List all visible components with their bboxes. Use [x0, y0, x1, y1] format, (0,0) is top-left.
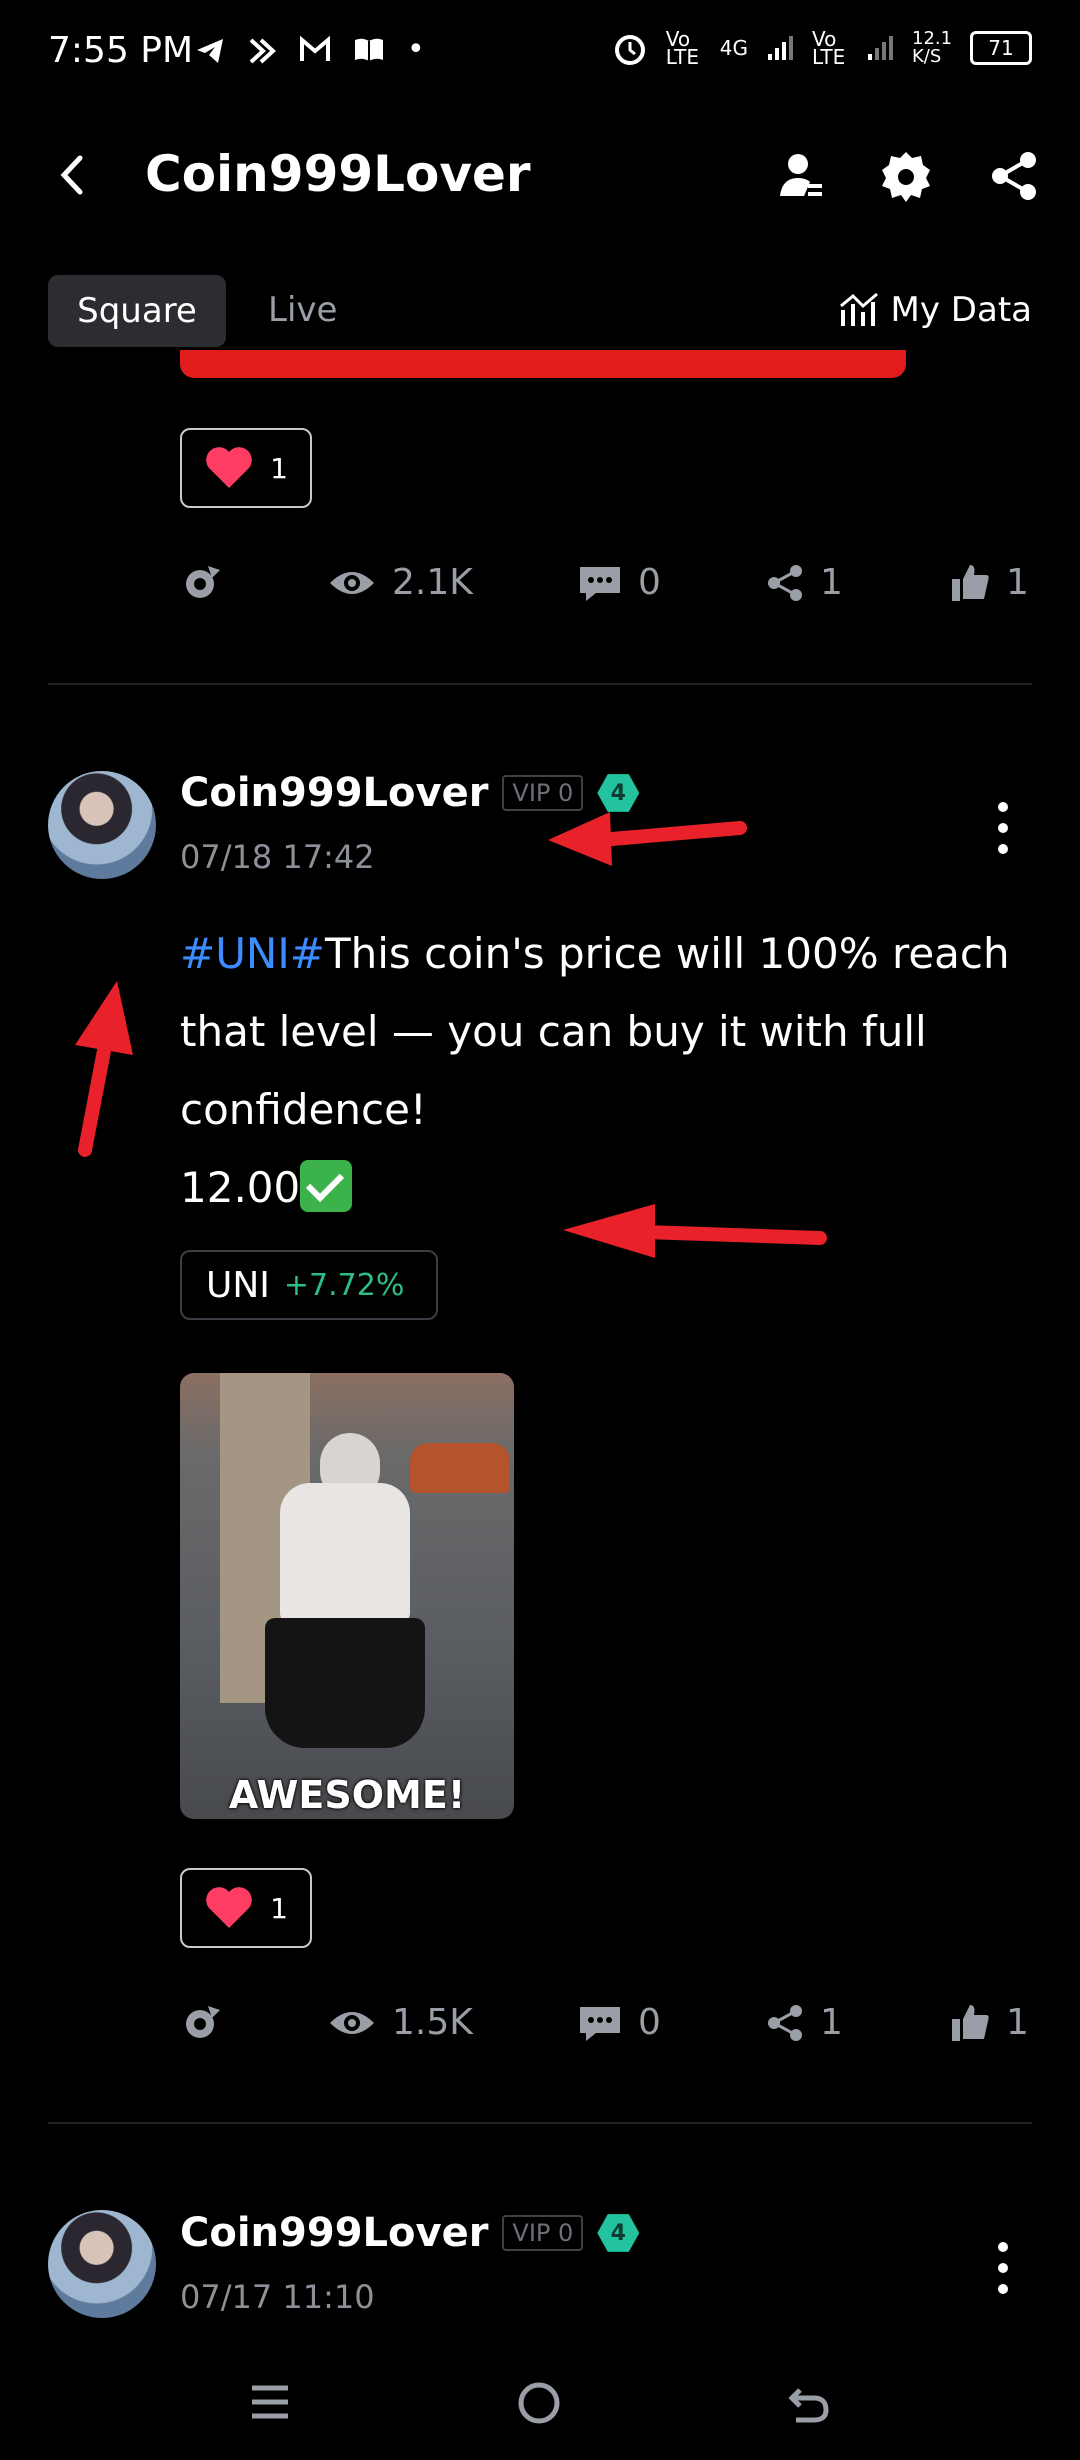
coin-tag[interactable]: UNI +7.72%: [180, 1250, 438, 1320]
gmail-icon: [300, 36, 330, 61]
profile-icon[interactable]: [772, 148, 828, 204]
page-title: Coin999Lover: [145, 145, 531, 203]
eye-icon: [330, 571, 374, 594]
thumbs-up-icon: [952, 564, 989, 601]
comments-value: 0: [638, 562, 661, 603]
views-count: 1.5K: [328, 2002, 473, 2043]
heart-icon: [206, 1887, 252, 1928]
shares-value: 1: [820, 562, 843, 603]
shares-value: 1: [820, 2002, 843, 2043]
annotation-arrow-icon: [75, 981, 133, 1157]
comments-button[interactable]: 0: [578, 2002, 661, 2043]
post-date: 07/17 11:10: [180, 2278, 375, 2316]
like-button[interactable]: 1: [950, 562, 1029, 603]
tab-square[interactable]: Square: [48, 275, 226, 347]
status-time: 7:55 PM: [48, 30, 194, 71]
share-small-icon: [768, 2004, 802, 2041]
share-icon[interactable]: [986, 148, 1042, 204]
reaction-button[interactable]: 1: [180, 1868, 312, 1948]
telegram-icon: [197, 39, 223, 63]
views-count: 2.1K: [328, 562, 473, 603]
media-caption: AWESOME!: [228, 1773, 466, 1817]
kotak-icon: [249, 38, 276, 64]
previous-post-media: [180, 350, 906, 378]
network-label-1: Vo LTE: [665, 27, 700, 69]
back-nav-icon[interactable]: [786, 2380, 832, 2426]
likes-value: 1: [1006, 2002, 1029, 2043]
post-divider: [48, 683, 1032, 685]
repost-button[interactable]: [182, 2002, 222, 2042]
like-button[interactable]: 1: [950, 2002, 1029, 2043]
comment-icon: [580, 2006, 620, 2041]
home-icon[interactable]: [516, 2380, 562, 2426]
level-badge: 4: [597, 2214, 640, 2252]
post-body: #UNI#This coin's price will 100% reach t…: [180, 915, 1040, 1227]
share-button[interactable]: 1: [766, 562, 843, 603]
signal-icon-2: [868, 36, 893, 60]
battery-indicator: 71: [970, 31, 1032, 65]
signal-icon-1: [768, 36, 793, 60]
heart-icon: [206, 447, 252, 488]
comments-value: 0: [638, 2002, 661, 2043]
network-label-2: Vo LTE: [812, 27, 846, 69]
annotation-arrow-icon: [563, 1204, 827, 1258]
reaction-count: 1: [270, 451, 288, 485]
my-data-label: My Data: [890, 290, 1032, 330]
share-small-icon: [768, 564, 802, 601]
repost-icon: [186, 2006, 220, 2038]
coin-name: UNI: [206, 1264, 270, 1306]
post-divider: [48, 2122, 1032, 2124]
alarm-icon: [614, 35, 645, 65]
status-right: Vo LTE 4G Vo LTE 12.1 K/S 71: [612, 27, 1032, 69]
settings-icon[interactable]: [878, 148, 934, 204]
menu-icon[interactable]: [248, 2380, 292, 2424]
check-mark-icon: [300, 1160, 353, 1212]
repost-icon: [186, 566, 220, 598]
comment-icon: [580, 566, 620, 601]
share-button[interactable]: 1: [766, 2002, 843, 2043]
comments-button[interactable]: 0: [578, 562, 661, 603]
views-value: 2.1K: [392, 562, 473, 603]
avatar[interactable]: [48, 771, 156, 879]
views-value: 1.5K: [392, 2002, 473, 2043]
network-speed: 12.1 K/S: [912, 28, 953, 67]
author-name[interactable]: Coin999Lover: [180, 2210, 488, 2256]
likes-value: 1: [1006, 562, 1029, 603]
network-4g: 4G: [719, 36, 748, 60]
repost-button[interactable]: [182, 562, 222, 602]
more-options-icon[interactable]: [997, 802, 1009, 854]
tab-live[interactable]: Live: [268, 290, 337, 330]
hashtag-link[interactable]: #UNI#: [180, 929, 325, 978]
avatar[interactable]: [48, 2210, 156, 2318]
author-name[interactable]: Coin999Lover: [180, 770, 488, 816]
status-left-icons: •: [195, 32, 425, 67]
back-icon[interactable]: [52, 150, 92, 200]
book-icon: [355, 38, 383, 61]
coin-change: +7.72%: [283, 1267, 405, 1303]
post-author-row: Coin999Lover VIP 0 4: [180, 2210, 640, 2256]
vip-badge: VIP 0: [502, 2215, 584, 2251]
chart-icon: [839, 292, 878, 326]
price-line: 12.00: [180, 1163, 301, 1212]
reaction-button[interactable]: 1: [180, 428, 312, 508]
post-date: 07/18 17:42: [180, 838, 375, 876]
dot-icon: •: [407, 32, 425, 67]
annotation-arrow-icon: [548, 812, 747, 866]
eye-icon: [330, 2011, 374, 2034]
post-media-gif[interactable]: AWESOME!: [180, 1373, 514, 1819]
thumbs-up-icon: [952, 2004, 989, 2041]
reaction-count: 1: [270, 1891, 288, 1925]
more-options-icon[interactable]: [997, 2242, 1009, 2294]
my-data-link[interactable]: My Data: [839, 290, 1032, 330]
